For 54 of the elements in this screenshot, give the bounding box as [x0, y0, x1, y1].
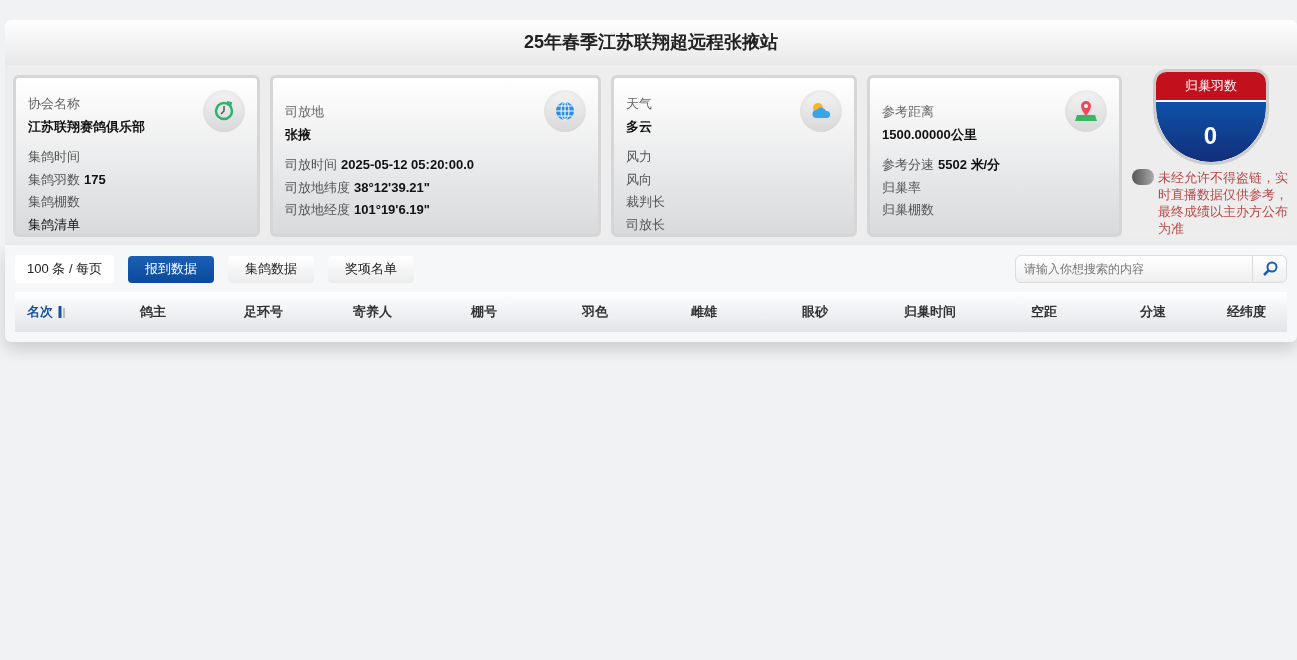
globe-icon [553, 99, 577, 123]
column-header[interactable]: 分速 [1140, 302, 1166, 322]
field-value: 101°19'6.19" [354, 201, 430, 219]
sort-icon[interactable] [57, 305, 67, 319]
field-label: 司放地纬度 [285, 178, 350, 197]
field-label: 裁判长 [626, 193, 665, 211]
field-value: 江苏联翔赛鸽俱乐部 [28, 117, 146, 136]
badge-label: 归巢羽数 [1155, 72, 1266, 100]
field-value: 1500.00000公里 [882, 125, 978, 144]
tab[interactable]: 报到数据 [128, 255, 215, 283]
search-button[interactable] [1253, 255, 1287, 283]
column-header[interactable]: 雌雄 [691, 302, 717, 322]
column-header[interactable]: 归巢时间 [904, 302, 956, 322]
map-pin-icon [1074, 99, 1098, 123]
field-value: 多云 [626, 117, 653, 136]
column-header[interactable]: 名次 [27, 302, 53, 322]
field-label: 参考距离 [882, 103, 935, 121]
field-value: 张掖 [285, 125, 312, 144]
field-label: 参考分速 [882, 156, 934, 174]
column-header[interactable]: 足环号 [243, 302, 283, 322]
column-header[interactable]: 棚号 [471, 302, 497, 322]
field-label: 司放地经度 [285, 201, 350, 219]
search-icon[interactable] [1261, 261, 1278, 277]
field-value: 38°12'39.21" [354, 178, 430, 197]
list-link[interactable]: 集鸽清单 [28, 214, 203, 234]
field-label: 归巢率 [882, 178, 921, 197]
column-header[interactable]: 经纬度 [1226, 302, 1266, 322]
field-label: 集鸽棚数 [28, 193, 80, 211]
tab[interactable]: 集鸽数据 [228, 255, 315, 283]
column-header[interactable]: 空距 [1031, 302, 1057, 322]
tab[interactable]: 奖项名单 [328, 255, 415, 283]
page-size-select[interactable]: 100 条 / 每页 [15, 255, 115, 283]
column-header[interactable]: 羽色 [582, 302, 608, 322]
field-label: 集鸽时间 [28, 148, 80, 166]
badge-count: 0 [1155, 99, 1266, 162]
clock-icon [212, 99, 236, 123]
field-label: 天气 [626, 95, 653, 113]
column-header[interactable]: 鸽主 [140, 302, 166, 322]
field-label: 风力 [626, 148, 652, 166]
field-value: 175 [84, 170, 106, 189]
field-label: 归巢棚数 [882, 201, 934, 219]
field-label: 司放地 [285, 103, 325, 121]
search-field[interactable]: 请输入你想搜索的内容 [1015, 255, 1253, 283]
field-label: 司放长 [626, 215, 665, 234]
field-label: 集鸽羽数 [28, 170, 80, 189]
field-label: 协会名称 [28, 95, 81, 113]
field-label: 风向 [626, 170, 652, 189]
column-header[interactable]: 眼砂 [802, 302, 828, 322]
page-title: 25年春季江苏联翔超远程张掖站 [524, 31, 778, 54]
column-header[interactable]: 寄养人 [352, 302, 392, 322]
field-value: 2025-05-12 05:20:00.0 [341, 156, 474, 174]
notice-text: 未经允许不得盗链，实时直播数据仅供参考，最终成绩以主办方公布为准 [1158, 169, 1289, 237]
field-value: 5502 米/分 [938, 156, 1001, 174]
field-label: 司放时间 [285, 156, 337, 174]
